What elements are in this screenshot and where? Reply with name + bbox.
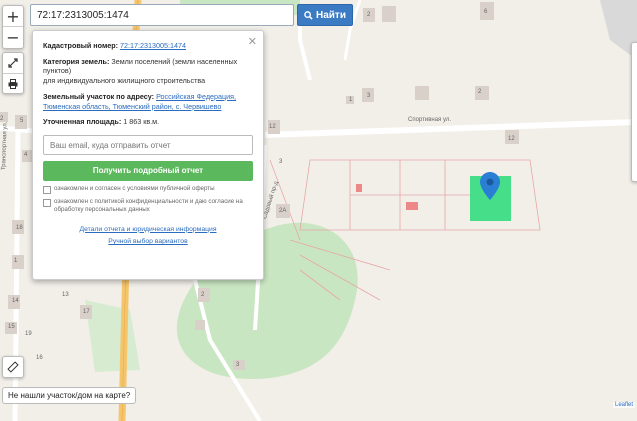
not-found-button[interactable]: Не нашли участок/дом на карте? bbox=[2, 387, 137, 404]
offer-checkbox[interactable] bbox=[43, 186, 51, 195]
ruler-icon bbox=[7, 361, 19, 373]
fullscreen-button[interactable] bbox=[3, 53, 23, 73]
offer-checkbox-row[interactable]: ознакомлен и согласен с условиями публич… bbox=[43, 185, 253, 195]
house-number: 1 bbox=[349, 97, 353, 103]
cadastral-link[interactable]: 72:17:2313005:1474 bbox=[120, 41, 186, 50]
house-number: 3 bbox=[279, 159, 283, 165]
print-button[interactable] bbox=[3, 74, 23, 94]
house-number: 2А bbox=[279, 208, 287, 214]
privacy-checkbox[interactable] bbox=[43, 199, 51, 208]
house-number: 2 bbox=[478, 89, 482, 95]
house-number: 6 bbox=[484, 9, 488, 15]
measure-button[interactable] bbox=[3, 357, 23, 377]
house-number: 2 bbox=[201, 292, 205, 298]
house-number: 4 bbox=[24, 152, 28, 158]
expand-icon bbox=[8, 58, 18, 68]
house-number: 3 bbox=[236, 362, 240, 368]
privacy-checkbox-label: ознакомлен с политикой конфиденциальност… bbox=[54, 198, 243, 214]
category-label: Категория земель: bbox=[43, 56, 110, 66]
search-button-label: Найти bbox=[316, 9, 346, 21]
house-number: 19 bbox=[25, 331, 32, 337]
house-number: 2 bbox=[0, 116, 4, 122]
area-value: 1 863 кв.м. bbox=[123, 117, 160, 127]
search-icon bbox=[304, 10, 313, 20]
email-field[interactable] bbox=[43, 135, 253, 156]
map-marker-icon[interactable] bbox=[480, 172, 500, 200]
attribution-link[interactable]: Leaflet bbox=[612, 402, 635, 408]
house-number: 3 bbox=[367, 93, 371, 99]
zoom-in-button[interactable]: + bbox=[3, 6, 23, 26]
house-number: 16 bbox=[36, 355, 43, 361]
house-number: 1 bbox=[14, 258, 18, 264]
ruler-control bbox=[2, 356, 24, 378]
zoom-control: + − bbox=[2, 5, 24, 49]
house-number: 18 bbox=[16, 225, 23, 231]
side-panel-handle[interactable] bbox=[631, 42, 637, 182]
street-label: Спортивная ул. bbox=[408, 117, 452, 123]
house-number: 17 bbox=[83, 309, 90, 315]
house-number: 14 bbox=[12, 298, 19, 304]
print-icon bbox=[8, 79, 18, 89]
house-number: 12 bbox=[508, 136, 515, 142]
area-label: Уточненная площадь: bbox=[43, 117, 122, 127]
house-number: 13 bbox=[62, 292, 69, 298]
house-number: 5 bbox=[20, 118, 24, 124]
get-report-button[interactable]: Получить подробный отчет bbox=[43, 161, 253, 182]
offer-checkbox-label: ознакомлен и согласен с условиями публич… bbox=[54, 185, 215, 193]
close-icon[interactable]: ✕ bbox=[248, 35, 257, 50]
search-button[interactable]: Найти bbox=[297, 4, 353, 26]
category-use: для индивидуального жилищного строительс… bbox=[43, 76, 206, 86]
cadastral-label: Кадастровый номер: bbox=[43, 41, 119, 50]
house-number: 12 bbox=[269, 124, 276, 130]
search-input[interactable] bbox=[30, 4, 294, 26]
address-label: Земельный участок по адресу: bbox=[43, 91, 155, 101]
report-details-link[interactable]: Детали отчета и юридическая информация bbox=[43, 225, 253, 234]
zoom-out-button[interactable]: − bbox=[3, 27, 23, 47]
tool-control bbox=[2, 52, 24, 94]
house-number: 2 bbox=[367, 12, 371, 18]
parcel-info-popup: ✕ Кадастровый номер: 72:17:2313005:1474 … bbox=[32, 30, 264, 280]
manual-select-link[interactable]: Ручной выбор вариантов bbox=[43, 237, 253, 246]
privacy-checkbox-row[interactable]: ознакомлен с политикой конфиденциальност… bbox=[43, 198, 253, 215]
house-number: 15 bbox=[8, 324, 15, 330]
